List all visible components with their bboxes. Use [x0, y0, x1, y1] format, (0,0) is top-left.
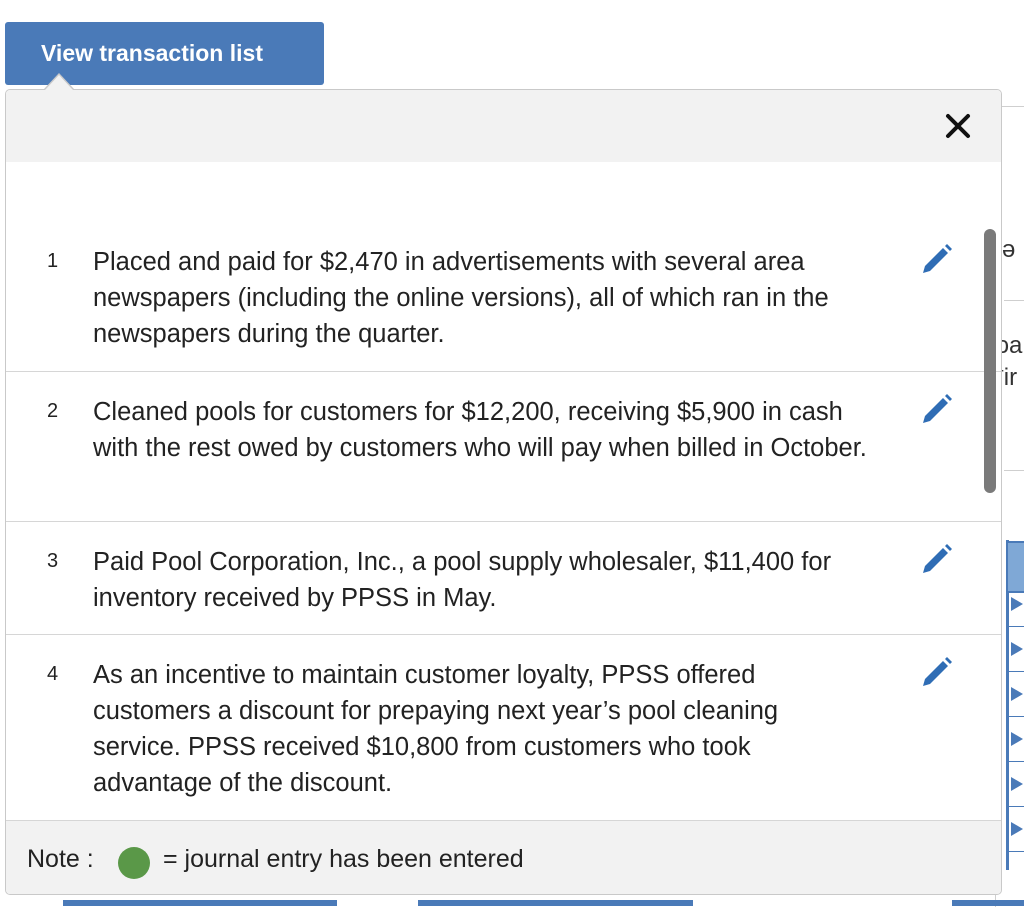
row-expand-icon[interactable] [1011, 732, 1023, 746]
edit-transaction-button[interactable] [918, 392, 954, 428]
background-table-header [1006, 541, 1024, 593]
row-expand-icon[interactable] [1011, 822, 1023, 836]
pencil-icon [923, 544, 952, 573]
table-row-divider [1006, 716, 1024, 717]
edit-transaction-button[interactable] [918, 242, 954, 278]
row-expand-icon[interactable] [1011, 642, 1023, 656]
transaction-number: 1 [47, 250, 59, 272]
pencil-icon [923, 244, 952, 273]
pencil-icon [923, 657, 952, 686]
scrollbar[interactable] [984, 229, 996, 493]
transaction-description: Paid Pool Corporation, Inc., a pool supp… [93, 548, 832, 612]
close-icon [946, 114, 970, 138]
transaction-list-popup: 1 Placed and paid for $2,470 in advertis… [5, 89, 1002, 895]
row-expand-icon[interactable] [1011, 777, 1023, 791]
transaction-list: 1 Placed and paid for $2,470 in advertis… [6, 162, 1001, 820]
transaction-description: As an incentive to maintain customer loy… [93, 661, 779, 797]
divider [1004, 300, 1024, 301]
table-row-divider [1006, 806, 1024, 807]
background-button[interactable] [63, 900, 337, 906]
table-row-divider [1006, 761, 1024, 762]
table-row-divider [1006, 671, 1024, 672]
transaction-number: 2 [47, 400, 59, 422]
note-text: = journal entry has been entered [163, 845, 524, 873]
background-text-fragment: ə [1002, 236, 1016, 263]
popup-caret-fill [45, 75, 73, 90]
list-item: 3 Paid Pool Corporation, Inc., a pool su… [6, 522, 1001, 635]
background-button[interactable] [952, 900, 1024, 906]
close-button[interactable] [942, 110, 974, 142]
list-item: 4 As an incentive to maintain customer l… [6, 635, 1001, 820]
list-item: 2 Cleaned pools for customers for $12,20… [6, 372, 1001, 522]
background-button[interactable] [418, 900, 693, 906]
popup-footer: Note : = journal entry has been entered [6, 820, 1001, 894]
transaction-description: Cleaned pools for customers for $12,200,… [93, 398, 867, 462]
table-row-divider [1006, 851, 1024, 852]
row-expand-icon[interactable] [1011, 597, 1023, 611]
row-expand-icon[interactable] [1011, 687, 1023, 701]
note-label: Note : [27, 845, 94, 873]
transaction-number: 4 [47, 663, 59, 685]
list-item: 1 Placed and paid for $2,470 in advertis… [6, 162, 1001, 372]
edit-transaction-button[interactable] [918, 542, 954, 578]
popup-header [6, 90, 1001, 162]
transaction-description: Placed and paid for $2,470 in advertisem… [93, 248, 829, 348]
edit-transaction-button[interactable] [918, 655, 954, 691]
entered-indicator-dot [118, 847, 150, 879]
pencil-icon [923, 394, 952, 423]
transaction-number: 3 [47, 550, 59, 572]
divider [1004, 470, 1024, 471]
table-row-divider [1006, 626, 1024, 627]
